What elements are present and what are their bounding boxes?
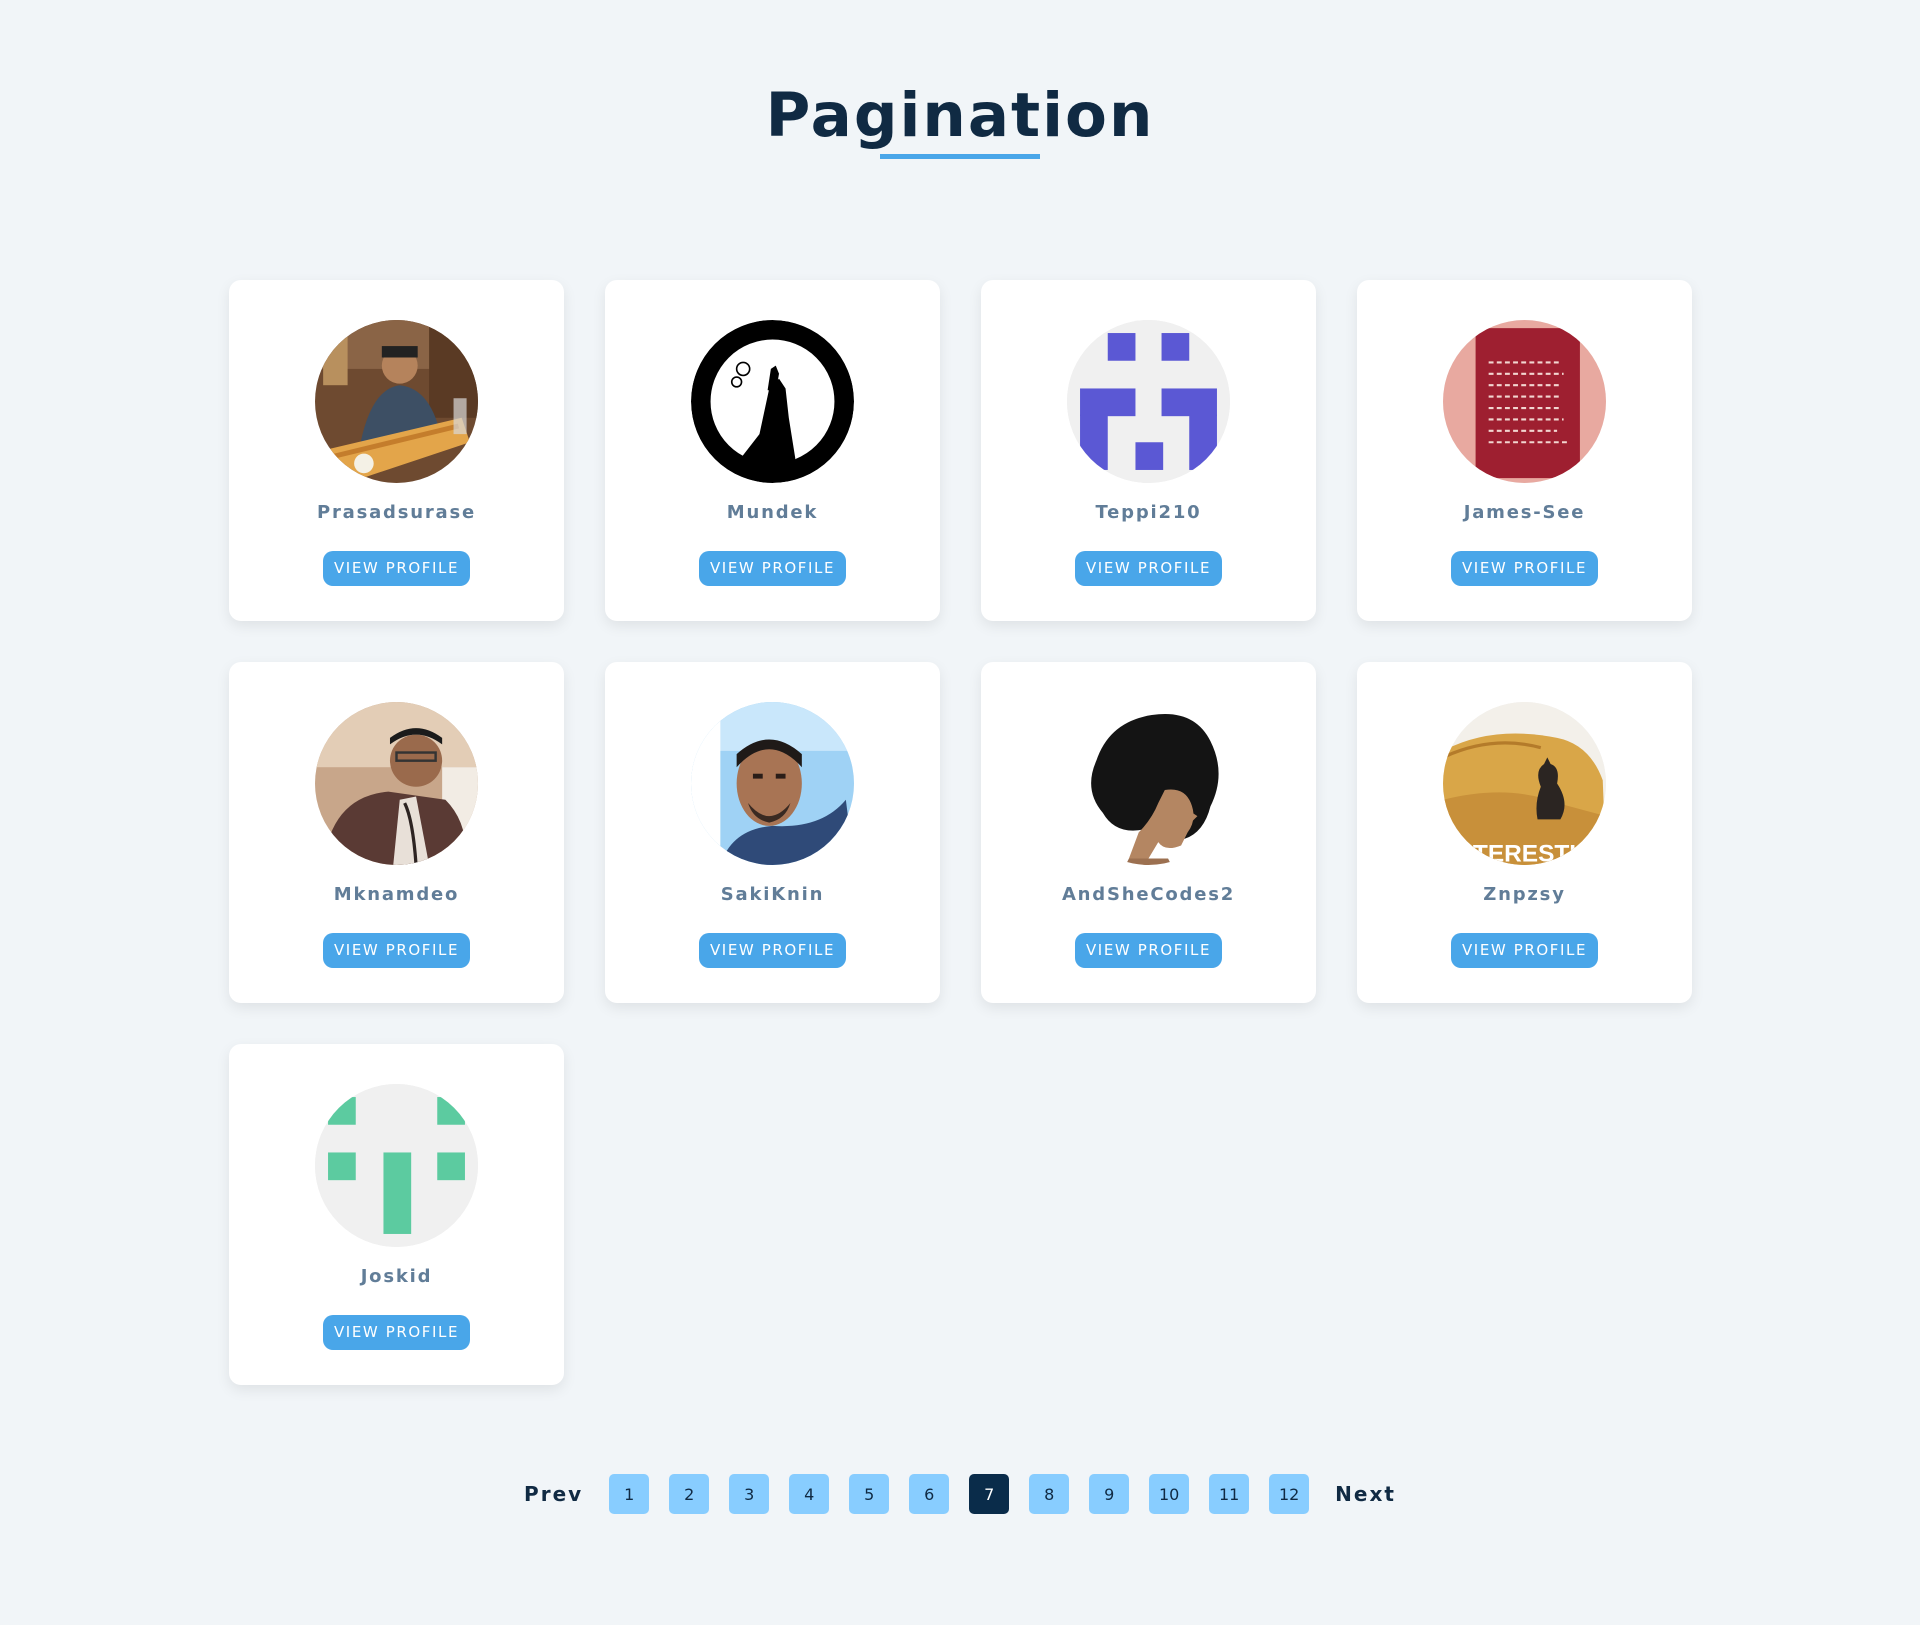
page-button-12[interactable]: 12 [1269,1474,1310,1514]
avatar-image [691,320,854,483]
user-name: Joskid [360,1266,433,1287]
view-profile-button[interactable]: VIEW PROFILE [1075,933,1222,968]
pagination: Prev 1 2 3 4 5 6 7 8 9 10 11 12 Next [0,1474,1920,1514]
identicon-purple-icon [1067,320,1230,483]
profile-card: Teppi210 VIEW PROFILE [981,280,1316,621]
user-name: Prasadsurase [316,502,477,523]
page-button-11[interactable]: 11 [1209,1474,1250,1514]
profile-card: SakiKnin VIEW PROFILE [605,662,940,1003]
photo-man-with-dosa-icon [315,320,478,483]
view-profile-button[interactable]: VIEW PROFILE [1451,551,1598,586]
bird-on-rock-logo-icon [691,320,854,483]
profile-card: TERESTI Znpzsy VIEW PROFILE [1357,662,1692,1003]
user-name: AndSheCodes2 [1061,884,1236,905]
profile-card: Mknamdeo VIEW PROFILE [229,662,564,1003]
woman-silhouette-illustration-icon [1067,702,1230,865]
user-name: Mknamdeo [333,884,460,905]
page-button-5[interactable]: 5 [849,1474,890,1514]
page-header: Pagination [0,78,1920,154]
user-name: Znpzsy [1483,884,1566,905]
view-profile-button[interactable]: VIEW PROFILE [1075,551,1222,586]
user-name: SakiKnin [720,884,825,905]
view-profile-button[interactable]: VIEW PROFILE [699,551,846,586]
avatar-image [315,320,478,483]
profile-card: Mundek VIEW PROFILE [605,280,940,621]
page-button-8[interactable]: 8 [1029,1474,1070,1514]
avatar-image [315,702,478,865]
photo-man-suit-icon [315,702,478,865]
page-button-4[interactable]: 4 [789,1474,830,1514]
profile-card: Joskid VIEW PROFILE [229,1044,564,1385]
profile-card: James-See VIEW PROFILE [1357,280,1692,621]
user-name: Teppi210 [1095,502,1202,523]
page-button-2[interactable]: 2 [669,1474,710,1514]
page-title: Pagination [765,80,1155,151]
next-button[interactable]: Next [1329,1482,1402,1506]
view-profile-button[interactable]: VIEW PROFILE [699,933,846,968]
profile-card: Prasadsurase VIEW PROFILE [229,280,564,621]
prev-button[interactable]: Prev [518,1482,589,1506]
profile-card: AndSheCodes2 VIEW PROFILE [981,662,1316,1003]
view-profile-button[interactable]: VIEW PROFILE [1451,933,1598,968]
avatar-image [691,702,854,865]
avatar-image [1067,702,1230,865]
title-underline [880,154,1040,159]
avatar-image [1443,320,1606,483]
red-handwritten-note-icon [1443,320,1606,483]
profile-grid: Prasadsurase VIEW PROFILE Mundek VIEW PR… [229,280,1692,1385]
page-button-3[interactable]: 3 [729,1474,770,1514]
page-button-9[interactable]: 9 [1089,1474,1130,1514]
view-profile-button[interactable]: VIEW PROFILE [323,551,470,586]
page-button-7-active[interactable]: 7 [969,1474,1010,1514]
znpzsy-overlay-text: TERESTI [1473,841,1576,865]
avatar-image [315,1084,478,1247]
user-name: James-See [1463,502,1586,523]
photo-man-selfie-icon [691,702,854,865]
avatar-image [1067,320,1230,483]
user-name: Mundek [726,502,819,523]
page-button-10[interactable]: 10 [1149,1474,1190,1514]
page-button-6[interactable]: 6 [909,1474,950,1514]
cat-on-sofa-icon: TERESTI [1443,702,1606,865]
identicon-green-icon [315,1084,478,1247]
page-button-1[interactable]: 1 [609,1474,650,1514]
view-profile-button[interactable]: VIEW PROFILE [323,1315,470,1350]
avatar-image: TERESTI [1443,702,1606,865]
view-profile-button[interactable]: VIEW PROFILE [323,933,470,968]
